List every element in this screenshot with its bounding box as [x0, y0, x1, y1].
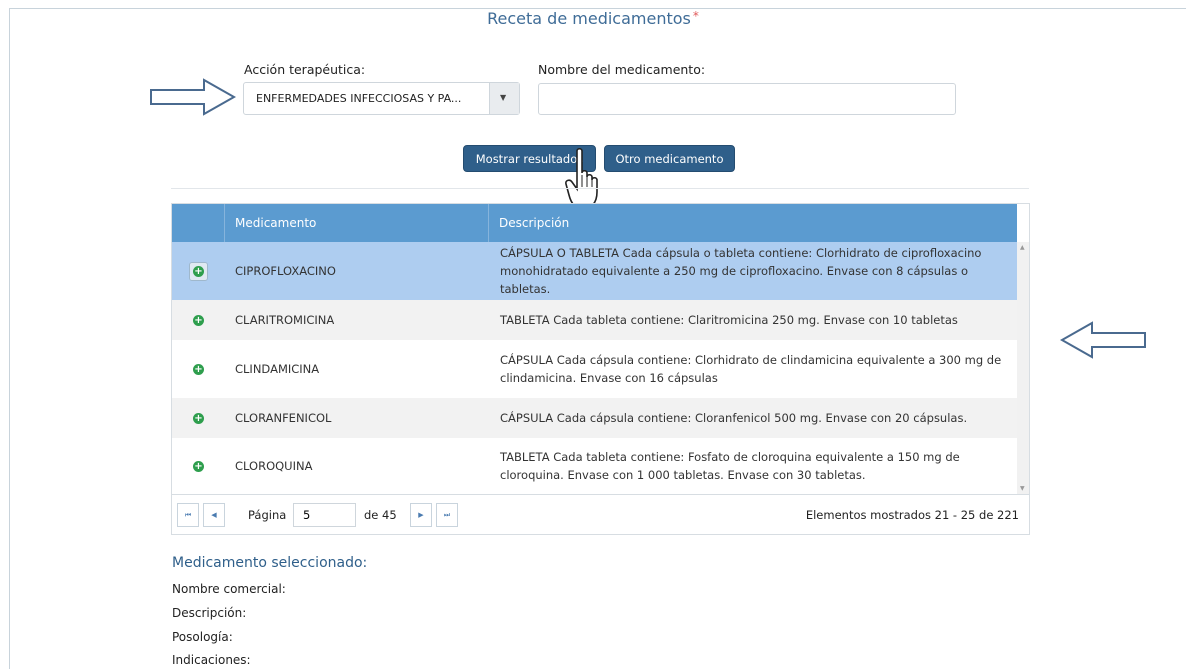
- nombre-comercial-label: Nombre comercial:: [172, 582, 286, 596]
- cell-medicamento: CLOROQUINA: [235, 459, 313, 473]
- cell-medicamento: CIPROFLOXACINO: [235, 264, 336, 278]
- accion-label: Acción terapéutica:: [244, 62, 366, 77]
- table-row[interactable]: + CLARITROMICINA TABLETA Cada tableta co…: [172, 300, 1017, 340]
- plus-icon[interactable]: +: [193, 461, 204, 472]
- cell-medicamento: CLINDAMICINA: [235, 362, 320, 376]
- table-row[interactable]: + CIPROFLOXACINO CÁPSULA O TABLETA Cada …: [172, 242, 1017, 300]
- arrow-left-icon: [1059, 321, 1146, 359]
- page-title: Receta de medicamentos *: [487, 9, 699, 28]
- plus-icon[interactable]: +: [193, 364, 204, 375]
- table-row[interactable]: + CLOROQUINA TABLETA Cada tableta contie…: [172, 438, 1017, 494]
- vertical-scrollbar[interactable]: ▲ ▼: [1017, 242, 1029, 494]
- plus-icon: +: [193, 266, 204, 277]
- cell-medicamento: CLORANFENICOL: [235, 411, 332, 425]
- cell-descripcion: CÁPSULA Cada cápsula contiene: Clorhidra…: [500, 353, 1002, 385]
- header-expand-col: [172, 204, 224, 242]
- cell-descripcion: TABLETA Cada tableta contiene: Fosfato d…: [500, 450, 960, 482]
- last-page-button[interactable]: ⏭: [436, 503, 458, 527]
- header-descripcion[interactable]: Descripción: [488, 204, 1017, 242]
- descripcion-label: Descripción:: [172, 606, 247, 620]
- cell-descripcion: TABLETA Cada tableta contiene: Claritrom…: [500, 313, 958, 327]
- grid-body: + CIPROFLOXACINO CÁPSULA O TABLETA Cada …: [172, 242, 1017, 494]
- required-mark: *: [692, 9, 699, 23]
- otro-medicamento-button[interactable]: Otro medicamento: [604, 145, 735, 172]
- cell-descripcion: CÁPSULA Cada cápsula contiene: Cloranfen…: [500, 411, 968, 425]
- first-page-button[interactable]: ⏮: [177, 503, 199, 527]
- selected-title: Medicamento seleccionado:: [172, 555, 368, 571]
- table-row[interactable]: + CLINDAMICINA CÁPSULA Cada cápsula cont…: [172, 340, 1017, 398]
- grid-header: Medicamento Descripción: [172, 204, 1017, 242]
- posologia-label: Posología:: [172, 630, 233, 644]
- pager-info: Elementos mostrados 21 - 25 de 221: [805, 508, 1019, 522]
- scroll-down-icon[interactable]: ▼: [1020, 485, 1025, 492]
- indicaciones-label: Indicaciones:: [172, 653, 251, 667]
- pager: ⏮ ◀ Página de 45 ▶ ⏭ Elementos mostrados…: [172, 494, 1029, 534]
- page-label: Página: [248, 508, 287, 522]
- medicamentos-grid: Medicamento Descripción + CIPROFLOXACINO…: [171, 203, 1030, 535]
- scroll-up-icon[interactable]: ▲: [1020, 244, 1025, 251]
- plus-icon[interactable]: +: [193, 413, 204, 424]
- cell-descripcion: CÁPSULA O TABLETA Cada cápsula o tableta…: [500, 246, 982, 296]
- plus-icon[interactable]: +: [193, 315, 204, 326]
- arrow-right-icon: [150, 78, 237, 116]
- page-input[interactable]: [293, 503, 356, 527]
- accion-select-value: ENFERMEDADES INFECCIOSAS Y PA...: [256, 92, 462, 105]
- nombre-label: Nombre del medicamento:: [538, 62, 706, 77]
- caret-down-icon: ▼: [500, 93, 507, 102]
- prev-page-button[interactable]: ◀: [203, 503, 225, 527]
- nombre-input[interactable]: [538, 83, 956, 115]
- accion-select[interactable]: ENFERMEDADES INFECCIOSAS Y PA... ▼: [243, 82, 520, 115]
- dropdown-toggle[interactable]: ▼: [489, 83, 519, 114]
- next-page-button[interactable]: ▶: [410, 503, 432, 527]
- page-count: de 45: [364, 508, 397, 522]
- table-row[interactable]: + CLORANFENICOL CÁPSULA Cada cápsula con…: [172, 398, 1017, 438]
- divider: [171, 188, 1029, 189]
- header-medicamento[interactable]: Medicamento: [224, 204, 488, 242]
- cell-medicamento: CLARITROMICINA: [235, 313, 335, 327]
